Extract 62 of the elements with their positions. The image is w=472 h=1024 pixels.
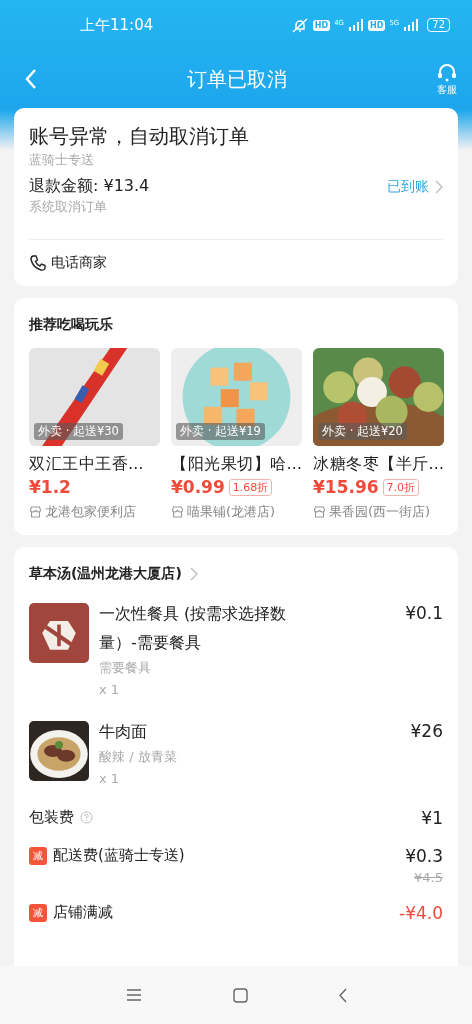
item-quantity: x 1 [99,681,121,699]
fee-amount: ¥1 [421,808,443,828]
product-card[interactable]: 外卖 · 起送¥30 双汇王中王香… ¥1.2 龙港包家便利店 [29,348,160,521]
store-name-link[interactable]: 草本汤(温州龙港大厦店) [29,565,198,583]
store-icon [313,506,326,518]
store-icon [29,506,42,518]
store-icon [171,506,184,518]
hd-label: HD [312,19,331,31]
product-card[interactable]: 外卖 · 起送¥19 【阳光果切】哈… ¥0.99 1.68折 喵果铺(龙港店) [171,348,302,521]
back-icon [338,987,347,1003]
call-merchant-button[interactable]: 电话商家 [29,240,107,286]
cancel-note: 系统取消订单 [29,198,108,216]
headset-icon [436,61,458,82]
item-spec: 需要餐具 [99,659,152,677]
fee-amount: ¥0.3 [405,846,443,866]
shop-name: 喵果铺(龙港店) [187,503,276,521]
item-spec: 酸辣 / 放青菜 [99,748,178,766]
chevron-icon [435,179,443,194]
product-card[interactable]: 外卖 · 起送¥20 冰糖冬枣【半斤… ¥15.96 7.0折 果香园(西一街店) [313,348,444,521]
discount-amount: -¥4.0 [399,903,443,923]
delivery-type: 蓝骑士专送 [29,151,95,169]
discount-badge: 减 [29,846,47,865]
signal-icon [348,19,365,31]
product-name: 双汇王中王香… [29,454,145,475]
discount-tag: 1.68折 [228,478,273,496]
discount-tag: 7.0折 [382,478,420,496]
section-title: 推荐吃喝玩乐 [29,316,114,334]
discount-badge: 减 [29,903,47,922]
hd-label: HD [368,19,386,31]
signal-icon [403,19,420,31]
shop-name: 果香园(西一街店) [329,503,431,521]
muted-bell-icon [290,17,309,33]
clock-time: 上午11:04 [80,15,155,35]
item-quantity: x 1 [99,770,121,788]
back-button[interactable] [24,68,38,90]
cancel-reason-title: 账号异常，自动取消订单 [29,123,250,150]
product-price: ¥0.99 [171,477,225,497]
delivery-tag: 外卖 · 起送¥20 [318,423,407,440]
product-price: ¥1.2 [29,477,71,497]
help-icon [80,811,93,824]
item-name: 一次性餐具 (按需求选择数量）-需要餐具 [99,603,288,654]
delivery-tag: 外卖 · 起送¥30 [34,423,123,440]
home-icon [232,987,248,1003]
phone-icon [29,254,47,272]
back-icon [24,68,38,90]
page-title: 订单已取消 [186,65,288,93]
original-price: ¥4.5 [414,870,443,885]
item-name: 牛肉面 [99,721,148,743]
menu-icon [125,988,142,1002]
delivery-tag: 外卖 · 起送¥19 [176,423,265,440]
battery-level: 72 [427,18,450,32]
refund-amount: 退款金额: ¥13.4 [29,176,151,197]
fee-label: 店铺满减 [53,903,113,922]
product-name: 【阳光果切】哈… [171,454,302,475]
fee-label: 配送费(蓝骑士专送) [53,846,185,865]
item-price: ¥0.1 [405,603,443,625]
chevron-icon [189,567,198,581]
item-price: ¥26 [410,721,443,743]
shop-name: 龙港包家便利店 [45,503,136,521]
product-name: 冰糖冬枣【半斤… [313,454,444,475]
fee-label: 包装费 [29,808,74,827]
product-price: ¥15.96 [313,477,379,497]
